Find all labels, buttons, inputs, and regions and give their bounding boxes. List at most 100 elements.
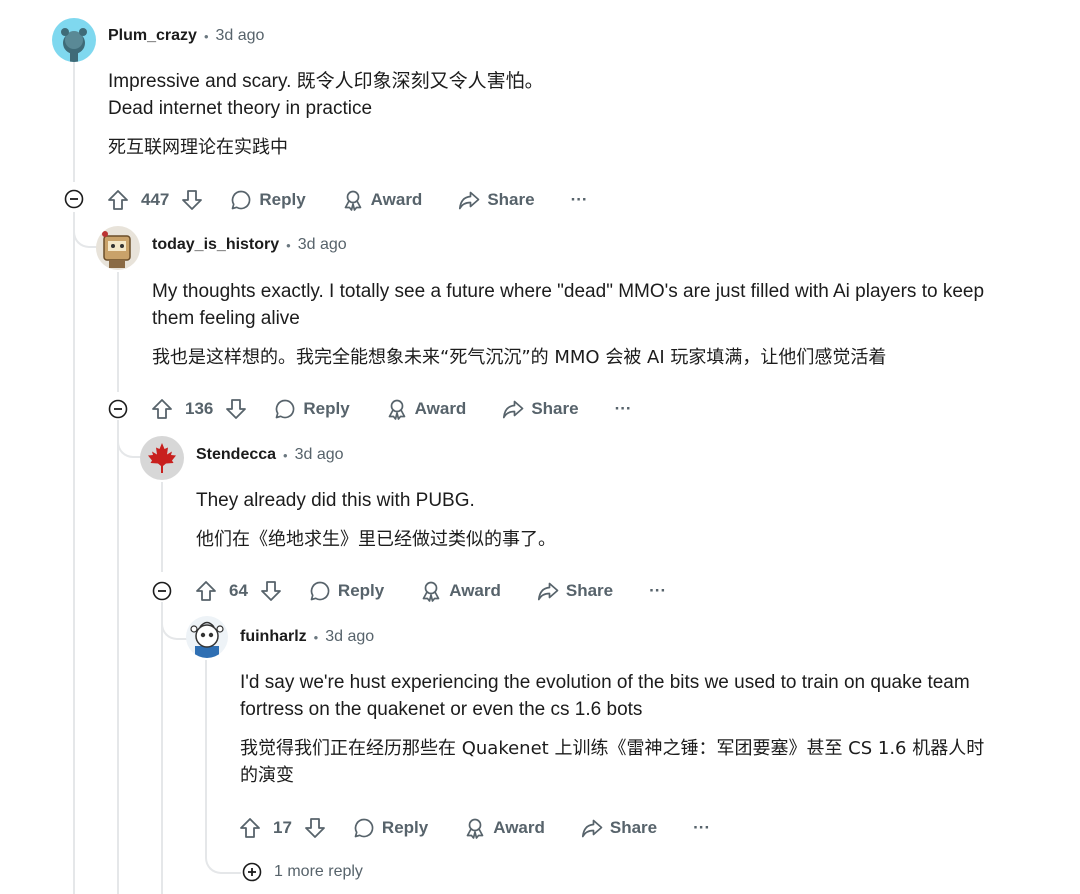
downvote-icon[interactable]: [303, 816, 327, 840]
thread-connector: [205, 660, 241, 874]
thread-connector: [161, 602, 187, 640]
thread-line-level-3: [161, 602, 163, 894]
upvote-icon[interactable]: [194, 579, 218, 603]
vote-score: 447: [141, 190, 170, 209]
downvote-icon[interactable]: [180, 188, 204, 212]
comment-translation: 他们在《绝地求生》里已经做过类似的事了。: [196, 529, 556, 550]
overflow-icon[interactable]: ···: [615, 399, 632, 419]
username[interactable]: fuinharlz: [240, 628, 307, 646]
comment-text-line: I'd say we're hust experiencing the evol…: [240, 672, 970, 693]
reply-button[interactable]: Reply: [309, 580, 384, 602]
award-button[interactable]: Award: [386, 398, 467, 420]
comment-meta: Plum_crazy • 3d ago: [108, 27, 264, 45]
award-icon: [386, 398, 408, 420]
avatar[interactable]: [186, 616, 228, 658]
vote-group: 136: [150, 397, 248, 421]
upvote-icon[interactable]: [238, 816, 262, 840]
award-label: Award: [370, 190, 423, 209]
timestamp[interactable]: 3d ago: [298, 236, 347, 254]
vote-group: 17: [238, 816, 327, 840]
username[interactable]: Stendecca: [196, 446, 276, 464]
award-label: Award: [493, 818, 545, 837]
timestamp[interactable]: 3d ago: [295, 446, 344, 464]
share-label: Share: [565, 581, 614, 600]
reply-label: Reply: [381, 818, 429, 837]
separator-dot: •: [313, 629, 319, 645]
comment-meta: today_is_history • 3d ago: [152, 236, 347, 254]
comment-actions: 136 Reply Award Share ···: [150, 393, 632, 425]
share-label: Share: [531, 399, 579, 418]
timestamp[interactable]: 3d ago: [325, 628, 374, 646]
reply-button[interactable]: Reply: [230, 189, 306, 211]
award-button[interactable]: Award: [464, 817, 545, 839]
upvote-icon[interactable]: [106, 188, 130, 212]
thread-line-level-2: [117, 272, 119, 392]
comment-actions: 447 Reply Award Share ···: [106, 184, 588, 216]
upvote-icon[interactable]: [150, 397, 174, 421]
reply-button[interactable]: Reply: [353, 817, 428, 839]
share-label: Share: [487, 190, 535, 209]
overflow-icon[interactable]: ···: [649, 581, 666, 601]
maple-leaf-icon: [148, 443, 176, 473]
vote-group: 447: [106, 188, 204, 212]
thread-line-level-1: [73, 212, 75, 894]
overflow-icon[interactable]: ···: [571, 190, 588, 210]
timestamp[interactable]: 3d ago: [216, 27, 265, 45]
share-button[interactable]: Share: [537, 580, 613, 602]
downvote-icon[interactable]: [259, 579, 283, 603]
share-button[interactable]: Share: [581, 817, 657, 839]
award-button[interactable]: Award: [420, 580, 501, 602]
share-button[interactable]: Share: [502, 398, 579, 420]
avatar[interactable]: [52, 18, 96, 62]
reply-label: Reply: [303, 399, 350, 418]
separator-dot: •: [286, 237, 291, 253]
comment-text-line: They already did this with PUBG.: [196, 490, 475, 511]
comment-actions: 64 Reply Award Share ···: [194, 575, 666, 607]
more-replies-label: 1 more reply: [274, 863, 363, 880]
reply-button[interactable]: Reply: [274, 398, 350, 420]
award-label: Award: [414, 399, 467, 418]
overflow-icon[interactable]: ···: [693, 818, 710, 838]
comment-actions: 17 Reply Award Share ···: [238, 812, 710, 844]
reply-label: Reply: [259, 190, 306, 209]
award-icon: [464, 817, 486, 839]
comment-body: They already did this with PUBG. 他们在《绝地求…: [196, 487, 1056, 553]
comment-text-line: them feeling alive: [152, 308, 300, 329]
snoo-avatar-icon: [61, 28, 87, 62]
username[interactable]: Plum_crazy: [108, 27, 197, 45]
share-icon: [581, 817, 603, 839]
reply-label: Reply: [337, 581, 385, 600]
collapse-icon[interactable]: [108, 399, 128, 419]
comment-body: I'd say we're hust experiencing the evol…: [240, 669, 1060, 789]
robot-avatar-icon: [102, 231, 131, 268]
thread-line-level-1: [73, 62, 75, 182]
collapse-icon[interactable]: [152, 581, 172, 601]
avatar[interactable]: [140, 436, 184, 480]
vote-score: 136: [185, 399, 214, 418]
comment-translation: 我也是这样想的。我完全能想象未来“死气沉沉”的 MMO 会被 AI 玩家填满，让…: [152, 347, 887, 368]
expand-icon: [242, 862, 262, 882]
reply-icon: [230, 189, 252, 211]
share-button[interactable]: Share: [458, 189, 535, 211]
thread-line-level-3: [161, 482, 163, 572]
downvote-icon[interactable]: [224, 397, 248, 421]
share-icon: [502, 398, 524, 420]
share-icon: [458, 189, 480, 211]
comment-meta: Stendecca • 3d ago: [196, 446, 344, 464]
username[interactable]: today_is_history: [152, 236, 279, 254]
comment-meta: fuinharlz • 3d ago: [240, 628, 374, 646]
comment-translation: 死互联网理论在实践中: [108, 137, 288, 158]
avatar[interactable]: [96, 226, 140, 270]
more-replies-link[interactable]: 1 more reply: [242, 862, 363, 882]
comment-translation: 我觉得我们正在经历那些在 Quakenet 上训练《雷神之锤：军团要塞》甚至 C…: [240, 738, 985, 759]
collapse-icon[interactable]: [64, 189, 84, 209]
thread-line-level-2: [117, 420, 119, 894]
reply-icon: [309, 580, 331, 602]
award-icon: [420, 580, 442, 602]
thread-connector: [73, 212, 99, 248]
share-icon: [537, 580, 559, 602]
comment-text-line: Impressive and scary. 既令人印象深刻又令人害怕。: [108, 71, 544, 92]
comment-text-line: My thoughts exactly. I totally see a fut…: [152, 281, 985, 302]
award-button[interactable]: Award: [342, 189, 423, 211]
share-label: Share: [609, 818, 658, 837]
